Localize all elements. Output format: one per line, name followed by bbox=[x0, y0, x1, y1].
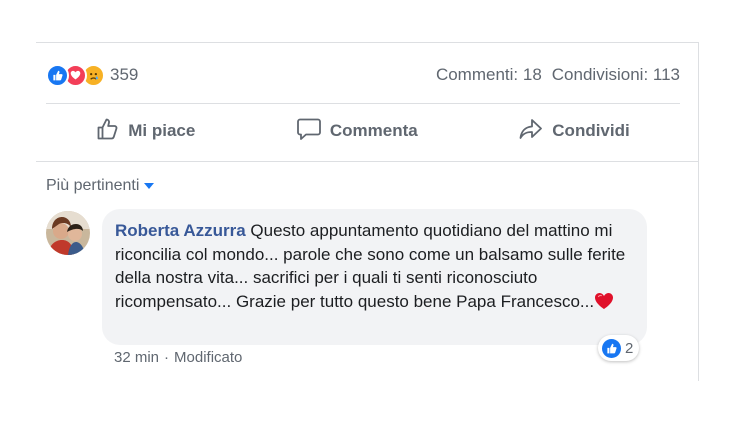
like-button[interactable]: Mi piace bbox=[96, 117, 195, 146]
post-footer: 359 Commenti: 18 Condivisioni: 113 Mi pi… bbox=[36, 42, 699, 381]
share-arrow-icon bbox=[518, 117, 544, 146]
comment-timestamp[interactable]: 32 min bbox=[114, 349, 159, 366]
meta-separator: · bbox=[164, 349, 170, 366]
engagement-counts: Commenti: 18 Condivisioni: 113 bbox=[436, 65, 680, 85]
divider bbox=[36, 161, 698, 162]
comment-button-label: Commenta bbox=[329, 121, 418, 140]
comment-reaction-count: 2 bbox=[625, 339, 634, 357]
reactions-summary[interactable]: 359 bbox=[46, 63, 139, 87]
avatar[interactable] bbox=[46, 211, 90, 255]
post-stats: 359 Commenti: 18 Condivisioni: 113 bbox=[46, 60, 680, 90]
comment-meta: 32 min · Modificato bbox=[114, 349, 242, 366]
share-button-label: Condividi bbox=[552, 121, 630, 140]
comment-bubble: Roberta Azzurra Questo appuntamento quot… bbox=[102, 209, 647, 345]
post-actions-bar: Mi piace Commenta Condividi bbox=[46, 111, 680, 151]
comments-count[interactable]: Commenti: 18 bbox=[436, 65, 542, 85]
comment-sort-dropdown[interactable]: Più pertinenti bbox=[46, 177, 155, 195]
thumbs-up-icon bbox=[96, 117, 120, 146]
reaction-count: 359 bbox=[110, 65, 139, 84]
sort-label: Più pertinenti bbox=[46, 177, 140, 194]
like-icon bbox=[602, 338, 621, 358]
speech-bubble-icon bbox=[296, 117, 322, 146]
caret-down-icon bbox=[144, 183, 155, 189]
like-reaction-icon bbox=[46, 63, 69, 87]
like-button-label: Mi piace bbox=[128, 121, 196, 140]
comment-author[interactable]: Roberta Azzurra bbox=[115, 221, 246, 240]
shares-count[interactable]: Condivisioni: 113 bbox=[552, 65, 680, 85]
comment-button[interactable]: Commenta bbox=[296, 117, 418, 146]
divider bbox=[46, 103, 680, 104]
red-heart-icon bbox=[594, 292, 614, 310]
share-button[interactable]: Condividi bbox=[518, 117, 630, 146]
edited-label[interactable]: Modificato bbox=[174, 349, 242, 366]
comment-reactions[interactable]: 2 bbox=[598, 335, 640, 361]
